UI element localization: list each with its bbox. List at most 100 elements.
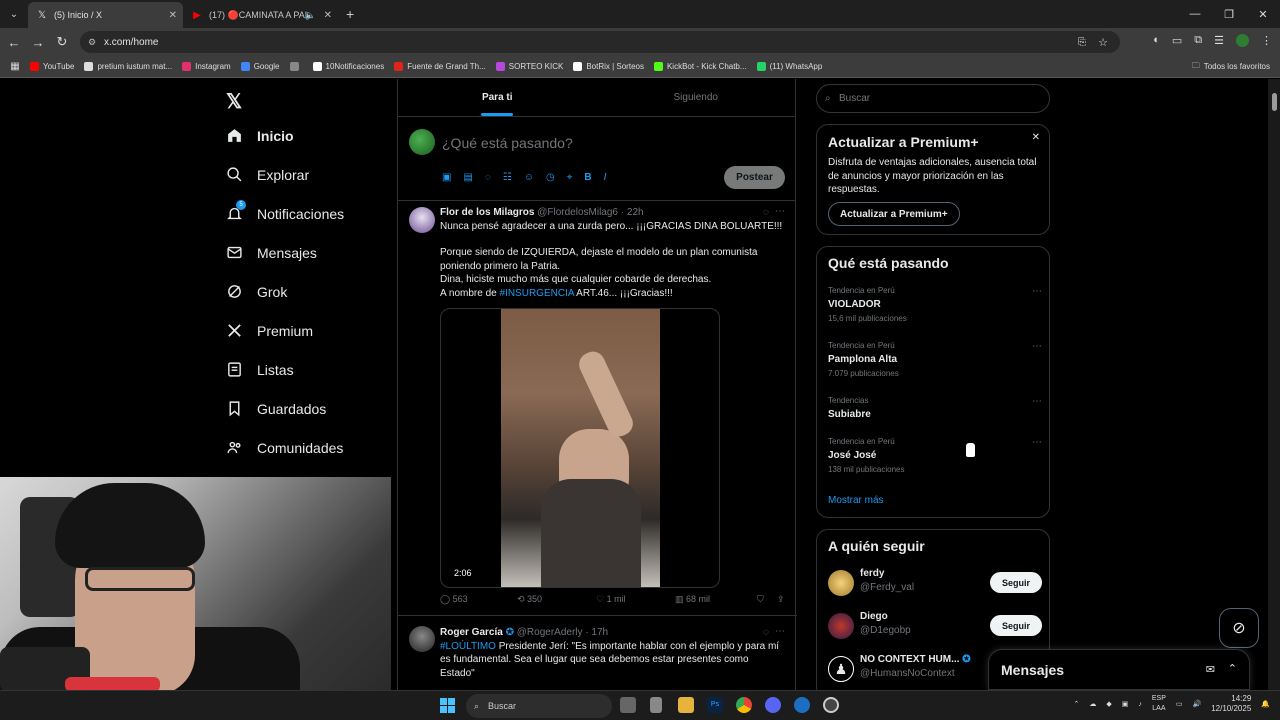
bookmark-item[interactable]: pretium iustum mat...: [84, 62, 172, 71]
extension-icon[interactable]: ▭: [1172, 34, 1182, 47]
reading-list-icon[interactable]: ☰: [1214, 34, 1224, 47]
avatar[interactable]: [409, 129, 435, 155]
chrome-icon[interactable]: [736, 697, 752, 713]
bookmark-icon[interactable]: ⛉: [757, 594, 777, 605]
like-button[interactable]: ♡ 1 mil: [596, 594, 675, 605]
discord-icon[interactable]: [765, 697, 781, 713]
menu-icon[interactable]: ⋮: [1261, 34, 1272, 47]
app-tray-icon[interactable]: ▣: [1122, 700, 1129, 708]
author-name[interactable]: Roger García: [440, 627, 503, 638]
follow-suggestion[interactable]: Diego @D1egobp Seguir: [828, 611, 1042, 643]
nav-item-grok[interactable]: Grok: [226, 283, 287, 300]
tab-siguiendo[interactable]: Siguiendo: [597, 79, 796, 116]
grok-button[interactable]: ⊘: [1219, 608, 1259, 648]
nav-item-premium[interactable]: Premium: [226, 322, 313, 339]
install-app-icon[interactable]: ⎘: [1078, 37, 1086, 48]
follow-suggestion[interactable]: ferdy @Ferdy_val Seguir: [828, 568, 1042, 600]
tweet-time[interactable]: · 22h: [621, 207, 644, 218]
author-name[interactable]: Flor de los Milagros: [440, 207, 534, 218]
bookmark-item[interactable]: [289, 62, 303, 71]
minimize-button[interactable]: —: [1178, 0, 1212, 28]
video-frame[interactable]: [501, 309, 660, 587]
more-options-icon[interactable]: ⋯: [1032, 341, 1042, 352]
nav-item-notificaciones[interactable]: 5 Notificaciones: [226, 200, 344, 222]
follow-button[interactable]: Seguir: [990, 572, 1042, 593]
upgrade-premium-button[interactable]: Actualizar a Premium+: [828, 202, 960, 226]
bookmark-item[interactable]: BotRix | Sorteos: [573, 62, 644, 71]
new-message-icon[interactable]: ✉: [1206, 663, 1215, 676]
hashtag-link[interactable]: #INSURGENCIA: [499, 288, 573, 299]
avatar[interactable]: [409, 626, 435, 652]
more-options-icon[interactable]: ⋯: [1032, 286, 1042, 297]
nav-item-guardados[interactable]: Guardados: [226, 400, 326, 417]
tab-youtube[interactable]: ▶ (17) 🔴CAMINATA A PALAC 🔈 ✕: [183, 2, 338, 28]
microphone-icon[interactable]: ♪: [1138, 701, 1142, 708]
image-icon[interactable]: ▣: [442, 172, 451, 183]
windows-start-icon[interactable]: [440, 698, 455, 713]
forward-button[interactable]: →: [26, 35, 50, 50]
app-tray-icon[interactable]: ◆: [1106, 700, 1111, 708]
views-button[interactable]: ▥ 68 mil: [675, 594, 757, 605]
messages-drawer[interactable]: Mensajes ✉ ⌃: [988, 649, 1250, 690]
follow-name[interactable]: ferdy: [860, 568, 884, 579]
grok-icon[interactable]: ◌: [485, 172, 491, 183]
schedule-icon[interactable]: ◷: [546, 172, 555, 183]
avatar[interactable]: [828, 570, 854, 596]
author-handle[interactable]: @FlordelosMilag6: [537, 207, 618, 218]
scrollbar-thumb[interactable]: [1272, 93, 1277, 111]
avatar[interactable]: ♟: [828, 656, 854, 682]
bookmark-item[interactable]: KickBot - Kick Chatb...: [653, 62, 747, 71]
trend-item[interactable]: Tendencia en Perú José José 138 mil public…: [828, 437, 1042, 474]
scrollbar[interactable]: [1268, 79, 1280, 690]
network-icon[interactable]: ▭: [1176, 700, 1183, 708]
compose-input[interactable]: ¿Qué está pasando?: [442, 135, 573, 151]
author-handle[interactable]: @RogerAderly: [517, 627, 583, 638]
tab-x-home[interactable]: 𝕏 (5) Inicio / X ✕: [28, 2, 183, 28]
restore-button[interactable]: ❐: [1212, 0, 1246, 28]
video-player[interactable]: 2:06: [440, 308, 720, 588]
show-more-link[interactable]: Mostrar más: [828, 495, 884, 506]
clock[interactable]: 14:29 12/10/2025: [1211, 694, 1251, 714]
italic-icon[interactable]: I: [604, 172, 607, 183]
puzzle-icon[interactable]: ⧉: [1194, 34, 1202, 47]
location-icon[interactable]: ⌖: [567, 172, 573, 183]
tab-para-ti[interactable]: Para ti: [398, 79, 597, 116]
trend-item[interactable]: Tendencia en Perú VIOLADOR 15,6 mil public…: [828, 286, 1042, 323]
back-button[interactable]: ←: [2, 35, 26, 50]
poll-icon[interactable]: ☷: [503, 172, 512, 183]
app-icon[interactable]: [650, 697, 662, 713]
follow-name[interactable]: NO CONTEXT HUM... ✪: [860, 654, 971, 665]
bookmark-item[interactable]: SORTEO KICK: [495, 62, 563, 71]
profile-avatar[interactable]: [1236, 34, 1249, 47]
nav-item-mensajes[interactable]: Mensajes: [226, 244, 317, 261]
reply-button[interactable]: ◯ 563: [440, 594, 517, 605]
task-view-icon[interactable]: [620, 697, 636, 713]
bold-icon[interactable]: B: [584, 172, 591, 183]
chevron-up-icon[interactable]: ⌃: [1073, 700, 1079, 708]
close-window-button[interactable]: ✕: [1246, 0, 1280, 28]
nav-item-explorar[interactable]: Explorar: [226, 166, 309, 183]
post-button[interactable]: Postear: [724, 166, 785, 189]
bookmark-item[interactable]: Fuente de Grand Th...: [394, 62, 486, 71]
address-bar[interactable]: ⚙ x.com/home ⎘ ☆: [80, 31, 1120, 53]
grok-icon[interactable]: ◌: [763, 207, 769, 218]
taskbar-search[interactable]: ⌕ Buscar: [466, 694, 612, 718]
hashtag-link[interactable]: #LOÚLTIMO: [440, 641, 496, 652]
bookmark-star-icon[interactable]: ☆: [1098, 36, 1108, 49]
tweet-time[interactable]: · 17h: [585, 627, 608, 638]
grok-icon[interactable]: ◌: [763, 627, 769, 638]
follow-name[interactable]: Diego: [860, 611, 888, 622]
trend-item[interactable]: Tendencia en Perú Pamplona Alta 7.079 publ…: [828, 341, 1042, 378]
photoshop-icon[interactable]: Ps: [707, 697, 723, 713]
more-options-icon[interactable]: ⋯: [1032, 396, 1042, 407]
nav-item-inicio[interactable]: Inicio: [226, 127, 294, 144]
bookmark-item[interactable]: Google: [240, 62, 280, 71]
bookmark-item[interactable]: (11) WhatsApp: [756, 62, 822, 71]
all-bookmarks[interactable]: 🗀 Todos los favoritos: [1192, 60, 1270, 74]
share-icon[interactable]: ⇪: [777, 594, 785, 605]
more-options-icon[interactable]: ⋯: [775, 206, 785, 217]
close-tab-icon[interactable]: ✕: [169, 10, 177, 21]
bookmark-item[interactable]: Instagram: [182, 62, 231, 71]
reload-button[interactable]: ↻: [50, 34, 74, 50]
gif-icon[interactable]: ▤: [463, 172, 472, 183]
